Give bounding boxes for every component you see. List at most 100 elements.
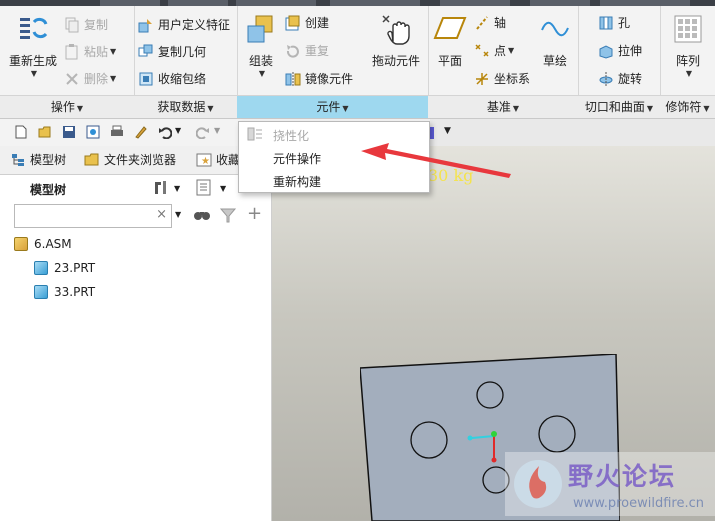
extrude-icon xyxy=(598,43,614,59)
csys-button[interactable]: 坐标系 xyxy=(474,70,530,87)
watermark-title: 野火论坛 xyxy=(568,462,677,491)
settings-tools-icon[interactable] xyxy=(152,179,170,200)
revolve-button[interactable]: 旋转 xyxy=(598,70,642,87)
favorites-icon: ★ xyxy=(196,152,212,168)
group-datum-label[interactable]: 基准 ▼ xyxy=(428,95,578,118)
group-component-label[interactable]: 元件 ▼ xyxy=(237,95,428,118)
regenerate-label: 重新生成 xyxy=(8,54,57,68)
paste-button[interactable]: 粘贴 ▼ xyxy=(64,43,116,60)
csys-icon xyxy=(474,71,490,87)
assembly-icon xyxy=(14,237,28,251)
search-input[interactable]: × xyxy=(14,204,172,228)
delete-icon xyxy=(64,71,80,87)
regenerate-quick-icon[interactable] xyxy=(86,125,100,139)
chevron-down-icon[interactable]: ▼ xyxy=(214,126,220,135)
group-component: 组装 ▼ 创建 重复 镜像元件 拖动元件 元件 ▼ xyxy=(237,6,429,118)
copy-button[interactable]: 复制 xyxy=(64,16,108,33)
delete-button[interactable]: 删除 ▼ xyxy=(64,70,116,87)
undo-icon[interactable] xyxy=(158,125,173,140)
panel-title: 模型树 xyxy=(30,183,67,197)
tree-item-label: 23.PRT xyxy=(54,261,96,275)
mirror-component-icon xyxy=(285,71,301,87)
group-get-data-label[interactable]: 获取数据 ▼ xyxy=(134,95,237,118)
pattern-label: 阵列 xyxy=(675,54,700,68)
point-button[interactable]: 点 ▼ xyxy=(474,42,514,59)
tree-item-part[interactable]: 33.PRT xyxy=(34,281,95,303)
chevron-down-icon[interactable]: ▼ xyxy=(670,69,708,78)
mirror-component-button[interactable]: 镜像元件 xyxy=(285,70,353,87)
group-cut-surface-label[interactable]: 切口和曲面 ▼ xyxy=(578,95,660,118)
shrinkwrap-label: 收缩包络 xyxy=(158,72,207,86)
axis-button[interactable]: 轴 xyxy=(474,14,506,31)
repeat-label: 重复 xyxy=(305,44,330,58)
menu-item-component-operations[interactable]: 元件操作 xyxy=(273,150,321,167)
udf-button[interactable]: 用户定义特征 xyxy=(138,16,230,33)
part-icon xyxy=(34,285,48,299)
assemble-button[interactable]: 组装 ▼ xyxy=(243,12,279,78)
navigator-panel: 模型树 文件夹浏览器 ★ 收藏 模型树 ▼ ▼ × ▼ + 6.ASM 23.P… xyxy=(0,146,272,521)
group-modifiers-label[interactable]: 修饰符 ▼ xyxy=(660,95,715,118)
chevron-down-icon[interactable]: ▼ xyxy=(174,184,180,193)
group-operations-label[interactable]: 操作 ▼ xyxy=(0,95,134,118)
regenerate-icon xyxy=(16,12,50,46)
print-icon[interactable] xyxy=(110,125,124,139)
mirror-component-label: 镜像元件 xyxy=(305,72,354,86)
filter-icon[interactable] xyxy=(219,206,237,227)
assemble-icon xyxy=(244,12,278,46)
csys-label: 坐标系 xyxy=(494,72,531,86)
menu-item-restructure[interactable]: 重新构建 xyxy=(273,173,321,190)
clear-icon[interactable]: × xyxy=(156,207,167,222)
chevron-down-icon[interactable]: ▼ xyxy=(220,184,226,193)
tab-model-tree[interactable]: 模型树 xyxy=(10,148,66,172)
chevron-down-icon[interactable]: ▼ xyxy=(175,210,181,219)
plane-button[interactable]: 平面 xyxy=(432,12,468,69)
show-options-icon[interactable] xyxy=(195,179,213,200)
model-tree-icon xyxy=(10,152,26,168)
drag-component-label: 拖动元件 xyxy=(371,54,420,68)
sketch-button[interactable]: 草绘 xyxy=(536,12,574,69)
chevron-down-icon[interactable]: ▼ xyxy=(175,126,181,135)
axis-label: 轴 xyxy=(494,16,507,30)
annotation-arrow xyxy=(361,143,511,178)
hole-button[interactable]: 孔 xyxy=(598,14,630,31)
chevron-down-icon[interactable]: ▼ xyxy=(444,126,451,136)
copy-label: 复制 xyxy=(84,18,109,32)
regenerate-button[interactable]: 重新生成 ▼ xyxy=(6,12,60,78)
pattern-button[interactable]: 阵列 ▼ xyxy=(668,12,708,78)
add-icon[interactable]: + xyxy=(247,203,262,224)
tab-model-tree-label: 模型树 xyxy=(30,153,67,167)
tree-item-part[interactable]: 23.PRT xyxy=(34,257,95,279)
chevron-down-icon[interactable]: ▼ xyxy=(8,69,60,78)
menu-item-flexible[interactable]: 挠性化 xyxy=(273,127,309,144)
drag-component-icon xyxy=(379,12,413,46)
create-icon xyxy=(285,15,301,31)
watermark-url: www.proewildfire.cn xyxy=(573,496,704,511)
chevron-down-icon[interactable]: ▼ xyxy=(245,69,279,78)
redo-icon[interactable] xyxy=(195,125,210,140)
new-file-icon[interactable] xyxy=(14,125,28,139)
delete-label: 删除 xyxy=(84,72,109,86)
group-operations: 重新生成 ▼ 复制 粘贴 ▼ 删除 ▼ 操作 ▼ xyxy=(0,6,135,118)
extrude-button[interactable]: 拉伸 xyxy=(598,42,642,59)
find-icon[interactable] xyxy=(193,206,211,227)
shrinkwrap-button[interactable]: 收缩包络 xyxy=(138,70,206,87)
tab-folder-browser[interactable]: 文件夹浏览器 xyxy=(84,148,176,172)
repaint-icon[interactable] xyxy=(134,125,148,139)
tree-item-root[interactable]: 6.ASM xyxy=(14,233,72,255)
udf-label: 用户定义特征 xyxy=(158,18,231,32)
folder-icon xyxy=(84,152,100,168)
create-button[interactable]: 创建 xyxy=(285,14,329,31)
hole-icon xyxy=(598,15,614,31)
save-icon[interactable] xyxy=(62,125,76,139)
pattern-icon xyxy=(671,12,705,46)
revolve-icon xyxy=(598,71,614,87)
copy-geometry-icon xyxy=(138,44,154,60)
tab-favorites[interactable]: ★ 收藏 xyxy=(196,148,240,172)
group-datum: 平面 轴 点 ▼ 坐标系 草绘 基准 ▼ xyxy=(428,6,579,118)
repeat-button[interactable]: 重复 xyxy=(285,42,329,59)
part-icon xyxy=(34,261,48,275)
drag-component-button[interactable]: 拖动元件 xyxy=(367,12,425,69)
open-folder-icon[interactable] xyxy=(38,125,52,139)
copy-geometry-button[interactable]: 复制几何 xyxy=(138,43,206,60)
point-label: 点 xyxy=(494,44,507,58)
